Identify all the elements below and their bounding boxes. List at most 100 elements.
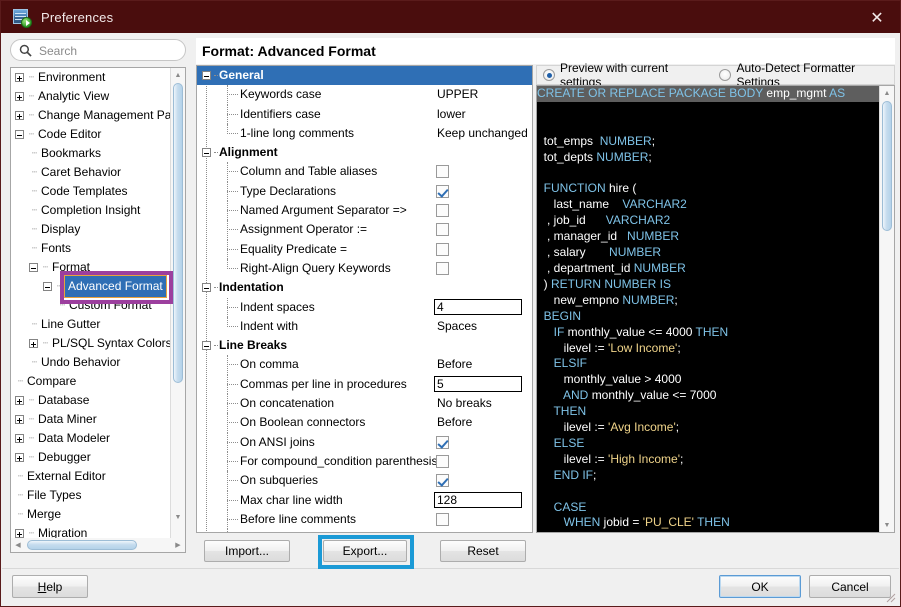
code-scroll-thumb[interactable]	[882, 101, 892, 231]
option-row-type-declarations[interactable]: Type Declarations	[197, 181, 532, 202]
option-row-assignment-operator[interactable]: Assignment Operator :=	[197, 220, 532, 240]
option-group-general[interactable]: General	[197, 66, 532, 86]
option-row-after-statements[interactable]: After statements Double break	[197, 529, 532, 532]
scroll-down-icon[interactable]: ▼	[171, 510, 185, 524]
sidebar-item-environment[interactable]: ┄ Environment	[11, 68, 171, 87]
option-row-on-subqueries[interactable]: On subqueries	[197, 471, 532, 491]
option-checkbox[interactable]	[436, 454, 449, 468]
option-text-field[interactable]: 128	[434, 492, 522, 509]
format-options-panel[interactable]: General Keywords case UPPER Identifiers cas…	[196, 65, 533, 533]
help-button[interactable]: Help	[12, 575, 88, 598]
option-group-alignment[interactable]: Alignment	[197, 143, 532, 162]
option-value[interactable]: Spaces	[437, 317, 477, 336]
sidebar-item-bookmarks[interactable]: ┄ Bookmarks	[11, 144, 171, 163]
option-row-1-line-long-comments[interactable]: 1-line long comments Keep unchanged	[197, 123, 532, 143]
expand-icon[interactable]	[29, 339, 38, 348]
sidebar-item-line-gutter[interactable]: ┄ Line Gutter	[11, 315, 171, 334]
collapse-icon[interactable]	[202, 71, 211, 80]
option-row-for-compound-condition-parenthesis[interactable]: For compound_condition parenthesis	[197, 451, 532, 472]
collapse-icon[interactable]	[43, 282, 52, 291]
option-checkbox[interactable]	[436, 512, 449, 526]
option-row-identifiers-case[interactable]: Identifiers case lower	[197, 104, 532, 124]
collapse-icon[interactable]	[29, 263, 38, 272]
option-checkbox[interactable]	[436, 165, 449, 179]
reset-button[interactable]: Reset	[440, 540, 526, 562]
option-text-field[interactable]: 5	[434, 376, 522, 393]
option-row-on-comma[interactable]: On comma Before	[197, 355, 532, 375]
collapse-icon[interactable]	[15, 130, 24, 139]
sidebar-item-fonts[interactable]: ┄ Fonts	[11, 239, 171, 258]
option-row-keywords-case[interactable]: Keywords case UPPER	[197, 85, 532, 105]
sidebar-item-external-editor[interactable]: ┄ External Editor	[11, 467, 171, 486]
cancel-button[interactable]: Cancel	[809, 575, 891, 598]
sidebar-item-file-types[interactable]: ┄ File Types	[11, 486, 171, 505]
ok-button[interactable]: OK	[719, 575, 801, 598]
option-group-indentation[interactable]: Indentation	[197, 278, 532, 297]
collapse-icon[interactable]	[202, 341, 211, 351]
option-row-commas-per-line-in-procedures[interactable]: Commas per line in procedures 5	[197, 374, 532, 395]
option-row-named-argument-separator[interactable]: Named Argument Separator =>	[197, 201, 532, 221]
code-scroll-up-icon[interactable]: ▲	[880, 86, 894, 100]
option-row-on-boolean-connectors[interactable]: On Boolean connectors Before	[197, 413, 532, 433]
expand-icon[interactable]	[15, 415, 24, 424]
scroll-thumb[interactable]	[173, 83, 183, 383]
collapse-icon[interactable]	[202, 148, 211, 158]
expand-icon[interactable]	[15, 396, 24, 405]
option-row-column-and-table-aliases[interactable]: Column and Table aliases	[197, 162, 532, 182]
scroll-up-icon[interactable]: ▲	[171, 68, 185, 82]
search-input[interactable]: Search	[10, 39, 186, 61]
option-checkbox[interactable]	[436, 474, 449, 488]
code-vscrollbar[interactable]: ▲ ▼	[879, 86, 894, 532]
settings-tree-hscrollbar[interactable]: ◀ ▶	[11, 538, 185, 552]
sidebar-item-code-templates[interactable]: ┄ Code Templates	[11, 182, 171, 201]
sidebar-item-compare[interactable]: ┄ Compare	[11, 372, 171, 391]
option-value[interactable]: UPPER	[437, 85, 478, 104]
expand-icon[interactable]	[15, 73, 24, 82]
option-value[interactable]: Double break	[437, 529, 508, 532]
sidebar-item-data-miner[interactable]: ┄ Data Miner	[11, 410, 171, 429]
option-row-on-ansi-joins[interactable]: On ANSI joins	[197, 432, 532, 452]
radio-auto-detect[interactable]	[719, 69, 732, 81]
import-button[interactable]: Import...	[204, 540, 290, 562]
option-value[interactable]: lower	[437, 105, 466, 124]
sidebar-item-caret-behavior[interactable]: ┄ Caret Behavior	[11, 163, 171, 182]
scroll-left-icon[interactable]: ◀	[11, 538, 25, 552]
collapse-icon[interactable]	[202, 283, 211, 293]
radio-preview-current[interactable]	[543, 69, 555, 81]
option-value[interactable]: Before	[437, 355, 472, 374]
option-text-field[interactable]: 4	[434, 299, 522, 316]
option-checkbox[interactable]	[436, 204, 449, 218]
option-value[interactable]: No breaks	[437, 394, 492, 413]
option-checkbox[interactable]	[436, 435, 449, 449]
sidebar-item-debugger[interactable]: ┄ Debugger	[11, 448, 171, 467]
expand-icon[interactable]	[15, 529, 24, 538]
code-preview[interactable]: CREATE OR REPLACE PACKAGE BODY emp_mgmt …	[536, 85, 895, 533]
sidebar-item-merge[interactable]: ┄ Merge	[11, 505, 171, 524]
sidebar-item-database[interactable]: ┄ Database	[11, 391, 171, 410]
expand-icon[interactable]	[15, 434, 24, 443]
sidebar-item-undo-behavior[interactable]: ┄ Undo Behavior	[11, 353, 171, 372]
option-value[interactable]: Keep unchanged	[437, 124, 528, 143]
option-checkbox[interactable]	[436, 184, 449, 198]
resize-grip-icon[interactable]	[884, 591, 896, 603]
option-row-indent-spaces[interactable]: Indent spaces 4	[197, 297, 532, 317]
option-row-max-char-line-width[interactable]: Max char line width 128	[197, 490, 532, 510]
option-checkbox[interactable]	[436, 261, 449, 275]
code-scroll-down-icon[interactable]: ▼	[880, 518, 894, 532]
option-row-before-line-comments[interactable]: Before line comments	[197, 509, 532, 530]
expand-icon[interactable]	[15, 453, 24, 462]
option-row-equality-predicate[interactable]: Equality Predicate =	[197, 239, 532, 259]
sidebar-item-display[interactable]: ┄ Display	[11, 220, 171, 239]
option-row-on-concatenation[interactable]: On concatenation No breaks	[197, 394, 532, 414]
option-value[interactable]: Before	[437, 413, 472, 432]
option-group-line-breaks[interactable]: Line Breaks	[197, 336, 532, 355]
option-row-right-align-query-keywords[interactable]: Right-Align Query Keywords	[197, 258, 532, 278]
sidebar-item-pl-sql-syntax-colors[interactable]: ┄ PL/SQL Syntax Colors	[11, 334, 171, 353]
sidebar-item-change-management-param[interactable]: ┄Change Management Param	[11, 106, 171, 125]
settings-tree[interactable]: ┄ Environment ┄ Analytic View ┄ Change Manage…	[10, 67, 186, 553]
close-icon[interactable]: ✕	[854, 1, 900, 33]
expand-icon[interactable]	[15, 92, 24, 101]
sidebar-item-analytic-view[interactable]: ┄ Analytic View	[11, 87, 171, 106]
expand-icon[interactable]	[15, 111, 24, 120]
option-checkbox[interactable]	[436, 242, 449, 256]
